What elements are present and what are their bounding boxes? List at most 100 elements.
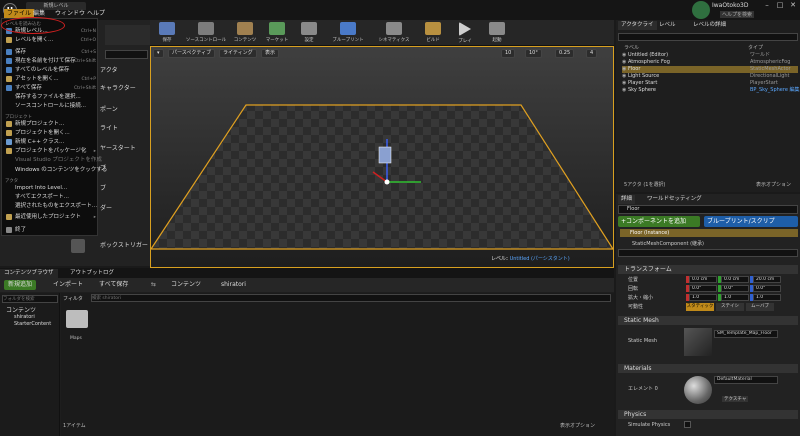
- source-control-toolbar-button[interactable]: ソースコントロール: [184, 21, 228, 45]
- outliner-view-options[interactable]: 表示オプション: [756, 181, 791, 188]
- tab-details[interactable]: 詳細: [618, 195, 636, 204]
- file-menu-item[interactable]: 現在を名前を付けて保存 Ctrl+Shift: [6, 57, 98, 66]
- physics-header[interactable]: Physics: [618, 410, 798, 419]
- place-search-input[interactable]: [105, 50, 148, 59]
- avatar[interactable]: [692, 1, 710, 19]
- location-field-y[interactable]: 0.0 cm: [721, 276, 749, 283]
- file-menu-item[interactable]: すべて保存 Ctrl+Shift: [6, 84, 98, 93]
- tab-outliner[interactable]: アクタクライ: [618, 21, 657, 30]
- tab-content-browser[interactable]: コンテンツブラウザ: [0, 269, 58, 278]
- place-item[interactable]: ボックストリガー: [67, 237, 150, 255]
- file-menu-item[interactable]: 新規 C++ クラス...: [6, 138, 98, 147]
- file-menu-item[interactable]: ソースコントロールに接続...: [6, 102, 98, 111]
- mobility-static[interactable]: スタティック: [686, 303, 714, 311]
- static-mesh-header[interactable]: Static Mesh: [618, 316, 798, 325]
- tree-item-startercontent[interactable]: StarterContent: [14, 321, 51, 327]
- build-toolbar-button[interactable]: ビルド: [418, 21, 448, 45]
- outliner-search-input[interactable]: [618, 33, 798, 41]
- materials-header[interactable]: Materials: [618, 364, 798, 373]
- nav-back-icon[interactable]: ⇆: [148, 280, 159, 290]
- perspective-button[interactable]: パースペクティブ: [168, 49, 216, 58]
- content-toolbar-button[interactable]: コンテンツ: [230, 21, 260, 45]
- maximize-icon[interactable]: □: [775, 1, 785, 9]
- blueprint-toolbar-button[interactable]: ブループリント: [326, 21, 370, 45]
- save-all-button[interactable]: すべて保存: [96, 280, 131, 290]
- tab-level-details[interactable]: レベルの詳細: [690, 21, 729, 30]
- outliner-row[interactable]: ◉ Player Start PlayerStart: [622, 80, 798, 87]
- level-viewport[interactable]: ▾ パースペクティブ ライティング 表示 10 10° 0.25 4 レベル: …: [150, 46, 614, 268]
- filter-button[interactable]: フィルタ: [63, 295, 83, 302]
- add-component-button[interactable]: +コンポーネントを追加: [618, 216, 700, 227]
- close-icon[interactable]: ✕: [788, 1, 798, 9]
- transform-header[interactable]: トランスフォーム: [618, 265, 798, 274]
- mobility-movable[interactable]: ムーバブ: [746, 303, 774, 311]
- import-button[interactable]: インポート: [50, 280, 86, 290]
- rotation-snap[interactable]: 10°: [525, 49, 542, 58]
- cinematics-toolbar-button[interactable]: シネマティクス: [372, 21, 416, 45]
- file-menu-item[interactable]: 新規プロジェクト...: [6, 120, 98, 129]
- material-select[interactable]: DefaultMaterial: [714, 376, 778, 384]
- save-toolbar-button[interactable]: 保存: [152, 21, 182, 45]
- texture-button[interactable]: テクスチャ: [722, 396, 749, 402]
- show-button[interactable]: 表示: [261, 49, 280, 58]
- file-menu-item[interactable]: すべてのレベルを保存: [6, 66, 98, 75]
- rotation-field-x[interactable]: 0.0°: [689, 285, 717, 292]
- tab-world-settings[interactable]: ワールドセッティング: [644, 195, 705, 204]
- tab-output-log[interactable]: アウトプットログ: [66, 269, 118, 278]
- viewport-menu-icon[interactable]: ▾: [153, 49, 164, 58]
- file-menu-item[interactable]: 選択されたものをエクスポート...: [6, 202, 98, 211]
- file-menu-item[interactable]: 保存 Ctrl+S: [6, 48, 98, 57]
- tree-item-content[interactable]: コンテンツ: [6, 305, 36, 314]
- actor-name-field[interactable]: Floor: [618, 205, 798, 214]
- file-menu-item[interactable]: レベルを開く... Ctrl+O: [6, 36, 98, 45]
- scale-field-x[interactable]: 1.0: [689, 294, 717, 301]
- outliner-row[interactable]: ◉ Untitled (Editor) ワールド: [622, 52, 798, 59]
- asset-search-input[interactable]: [91, 294, 611, 302]
- col-type[interactable]: タイプ: [748, 44, 763, 51]
- file-menu-item[interactable]: アセットを開く... Ctrl+P: [6, 75, 98, 84]
- file-menu-item[interactable]: Visual Studio プロジェクトを作成: [6, 156, 102, 165]
- add-new-button[interactable]: 新規追加: [4, 280, 37, 290]
- col-label[interactable]: ラベル: [624, 44, 639, 51]
- file-menu-item[interactable]: すべてエクスポート...: [6, 193, 98, 202]
- scale-field-z[interactable]: 1.0: [753, 294, 781, 301]
- mobility-stationary[interactable]: ステイシ: [716, 303, 744, 311]
- tree-item-shiratori[interactable]: shiratori: [14, 314, 35, 320]
- scale-field-y[interactable]: 1.0: [721, 294, 749, 301]
- location-field-x[interactable]: 0.0 cm: [689, 276, 717, 283]
- outliner-row[interactable]: ◉ Light Source DirectionalLight: [622, 73, 798, 80]
- camera-speed[interactable]: 4: [586, 49, 598, 58]
- blueprint-script-button[interactable]: ブループリント/スクリプ: [704, 216, 798, 227]
- path-child[interactable]: shiratori: [218, 280, 249, 290]
- launch-toolbar-button[interactable]: 起動: [482, 21, 512, 45]
- minimize-icon[interactable]: –: [762, 1, 772, 9]
- component-instance[interactable]: Floor (Instance): [620, 229, 798, 237]
- file-menu-item[interactable]: プロジェクトをパッケージ化 ▸: [6, 147, 98, 156]
- static-mesh-select[interactable]: SM_Template_Map_Floor: [714, 330, 778, 338]
- rotation-field-z[interactable]: 0.0°: [753, 285, 781, 292]
- location-field-z[interactable]: 20.0 cm: [753, 276, 781, 283]
- outliner-row[interactable]: ◉ Sky Sphere BP_Sky_Sphere 編集: [622, 87, 800, 94]
- scale-snap[interactable]: 0.25: [555, 49, 575, 58]
- folder-icon[interactable]: [66, 310, 88, 328]
- file-menu-item[interactable]: 保存するファイルを選択...: [6, 93, 98, 102]
- gear-toolbar-button[interactable]: 設定: [294, 21, 324, 45]
- file-menu-item[interactable]: Import Into Level...: [6, 184, 98, 193]
- rotation-field-y[interactable]: 0.0°: [721, 285, 749, 292]
- folder-search-input[interactable]: [2, 295, 58, 303]
- grid-snap[interactable]: 10: [501, 49, 516, 58]
- outliner-row[interactable]: ◉ Floor StaticMeshActor: [622, 66, 798, 73]
- file-menu-item[interactable]: Windows のコンテンツをクックする: [6, 166, 107, 175]
- outliner-row[interactable]: ◉ Atmospheric Fog AtmosphericFog: [622, 59, 798, 66]
- help-search[interactable]: ヘルプを検索: [720, 11, 755, 18]
- file-menu-item[interactable]: 終了: [6, 226, 98, 235]
- marketplace-toolbar-button[interactable]: マーケット: [262, 21, 292, 45]
- tab-levels[interactable]: レベル: [656, 21, 679, 30]
- path-root[interactable]: コンテンツ: [168, 280, 204, 290]
- simulate-physics-checkbox[interactable]: [684, 421, 691, 428]
- details-search-input[interactable]: [618, 249, 798, 257]
- lighting-button[interactable]: ライティング: [219, 49, 257, 58]
- component-mesh[interactable]: StaticMeshComponent (継承): [632, 240, 704, 247]
- file-menu-item[interactable]: 最近使用したプロジェクト ▸: [6, 213, 98, 222]
- file-menu-item[interactable]: プロジェクトを開く...: [6, 129, 98, 138]
